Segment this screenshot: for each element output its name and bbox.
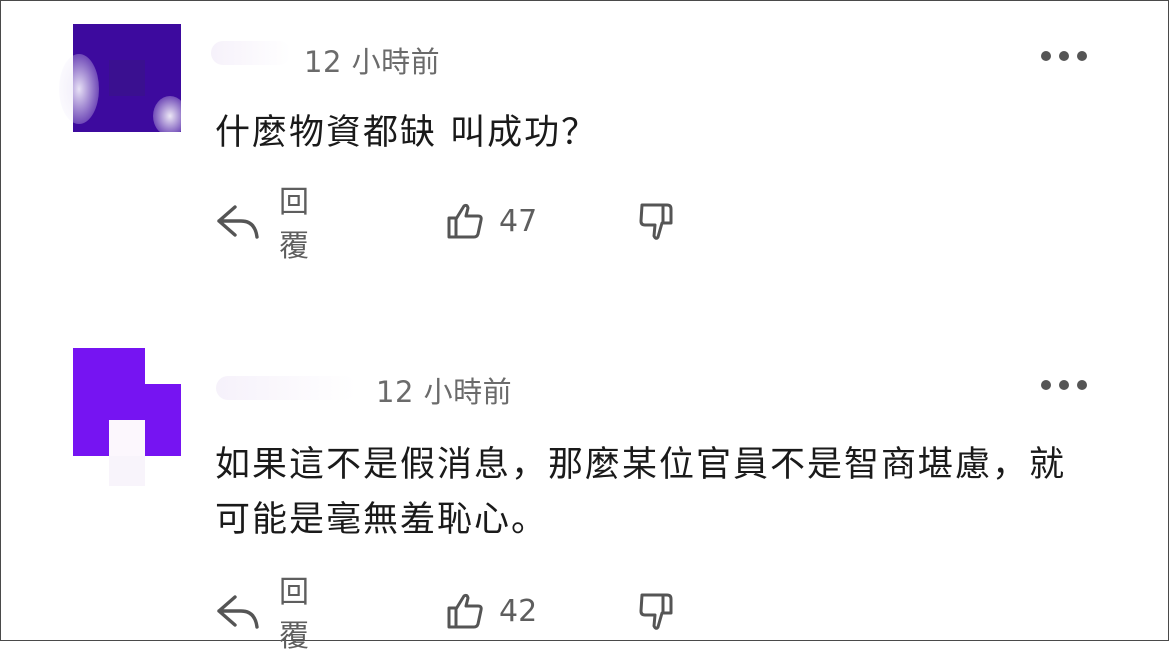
reply-arrow-icon [215,591,261,631]
thumbs-down-icon [637,589,677,633]
more-options-button[interactable] [1041,46,1087,66]
username-redacted [216,376,356,400]
more-options-button[interactable] [1041,375,1087,395]
like-button[interactable]: 47 [445,197,537,245]
username-redacted [211,41,291,65]
thumbs-down-icon [637,199,677,243]
avatar-blur [153,96,187,136]
more-dot [1059,380,1069,390]
comment-timestamp: 12 小時前 [304,45,441,79]
reply-arrow-icon [215,201,261,241]
reply-button[interactable]: 回覆 [215,575,310,654]
avatar[interactable] [73,348,181,486]
comment-text: 什麼物資都缺 叫成功？ [215,113,599,153]
more-horizontal-icon [1041,380,1051,390]
comment-text: 如果這不是假消息，那麼某位官員不是智商堪慮，就可能是毫無羞恥心。 [215,445,1067,540]
avatar-blur [59,54,99,124]
more-horizontal-icon [1041,51,1051,61]
avatar-block [109,456,145,486]
more-dot [1059,51,1069,61]
avatar-block [145,384,181,456]
more-dot [1077,51,1087,61]
thumbs-up-icon [445,201,485,241]
like-count: 47 [499,203,538,239]
like-count: 42 [499,593,538,629]
comment-item: 12 小時前 什麼物資都缺 叫成功？ 回覆 47 [1,1,1168,301]
avatar[interactable] [59,24,187,136]
more-dot [1077,380,1087,390]
dislike-button[interactable] [637,587,677,635]
comment-timestamp: 12 小時前 [376,375,513,409]
dislike-button[interactable] [637,197,677,245]
comments-panel: 12 小時前 什麼物資都缺 叫成功？ 回覆 47 12 小時前 如果這不是假消息… [0,0,1169,654]
avatar-mosaic [109,60,145,96]
like-button[interactable]: 42 [445,587,537,635]
comment-item: 12 小時前 如果這不是假消息，那麼某位官員不是智商堪慮，就可能是毫無羞恥心。 … [1,331,1168,654]
avatar-block [109,420,145,456]
thumbs-up-icon [445,591,485,631]
reply-button[interactable]: 回覆 [215,185,310,264]
reply-label: 回覆 [279,575,310,654]
reply-label: 回覆 [279,185,310,264]
